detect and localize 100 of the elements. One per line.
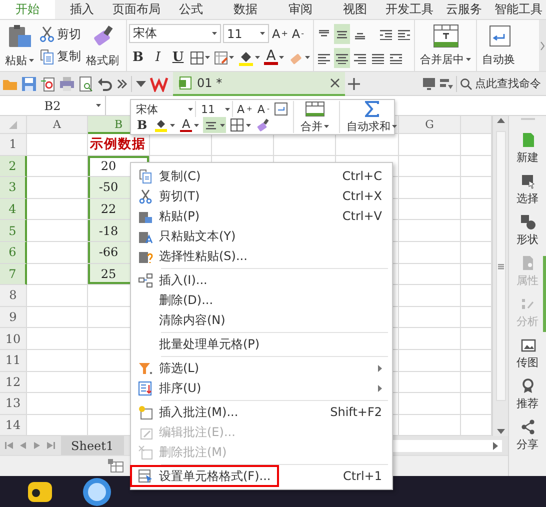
row-header[interactable]: 3 — [0, 177, 27, 199]
grid-cell[interactable] — [27, 306, 88, 328]
grid-cell[interactable] — [399, 372, 461, 394]
menu-item[interactable]: 删除(D)... — [131, 290, 392, 310]
sidebar-button[interactable]: 分享 — [516, 415, 538, 456]
column-header[interactable]: A — [27, 116, 88, 134]
grid-cell[interactable] — [399, 264, 461, 286]
shrink-font-button[interactable]: A$^{-}$ — [256, 101, 270, 117]
font-color-button[interactable]: A — [263, 48, 285, 68]
grid-cell[interactable] — [27, 285, 88, 307]
font-select[interactable]: 宋体 — [134, 101, 196, 117]
bold-button[interactable]: B — [134, 118, 150, 132]
row-header[interactable]: 11 — [0, 350, 27, 372]
grid-cell[interactable] — [27, 328, 88, 350]
wrap-text-button[interactable]: 自动换 — [479, 23, 520, 68]
ribbon-tab[interactable]: 开发工具 — [382, 0, 437, 19]
sidebar-button[interactable]: 选择 — [516, 169, 538, 210]
sidebar-button[interactable]: 新建 — [516, 128, 538, 169]
align-button[interactable] — [334, 24, 350, 44]
grow-font-button[interactable]: A$^{+}$ — [236, 101, 254, 117]
grid-cell[interactable] — [27, 350, 88, 372]
font-size-select[interactable]: 11 — [223, 24, 269, 43]
fill-color-button[interactable] — [153, 117, 176, 133]
grow-font-button[interactable]: A$^{+}$ — [271, 24, 289, 44]
row-header[interactable]: 6 — [0, 242, 27, 264]
cut-button[interactable]: 剪切 — [39, 26, 81, 43]
delete-comment-icon — [138, 444, 152, 460]
align-center-button[interactable] — [203, 117, 226, 133]
ribbon-tab[interactable]: 插入 — [54, 0, 110, 19]
sidebar-button[interactable]: 推荐 — [516, 374, 538, 415]
column-header[interactable]: G — [399, 116, 461, 134]
wrap-text-icon — [274, 102, 288, 116]
collapse-handle[interactable] — [543, 256, 546, 332]
menu-item[interactable]: 筛选(L) — [131, 358, 392, 378]
row-header[interactable]: 5 — [0, 220, 27, 242]
grid-cell[interactable] — [399, 198, 461, 220]
row-header[interactable]: 4 — [0, 198, 27, 220]
underline-button[interactable]: U — [169, 50, 187, 65]
format-cells-icon — [138, 468, 152, 484]
borders-button[interactable] — [229, 117, 252, 133]
align-button[interactable] — [334, 48, 350, 68]
row-header[interactable]: 9 — [0, 306, 27, 328]
name-box[interactable]: B2 — [0, 96, 106, 115]
ribbon-tab[interactable]: 开始 — [0, 0, 55, 19]
copy-button[interactable]: 复制 — [39, 48, 81, 66]
row-header[interactable]: 14 — [0, 414, 27, 436]
search-field[interactable]: 点此查找命令 — [460, 74, 546, 94]
ribbon-tab[interactable]: 数据 — [218, 0, 273, 19]
grid-cell[interactable] — [399, 306, 461, 328]
menu-item[interactable]: 排序(U) — [131, 378, 392, 398]
grid-cell[interactable] — [399, 242, 461, 264]
grid-cell[interactable] — [399, 285, 461, 307]
row-header[interactable]: 2 — [0, 156, 27, 178]
format-painter-button[interactable] — [255, 117, 272, 133]
grid-cell[interactable] — [27, 393, 88, 415]
grid-cell[interactable] — [399, 134, 461, 156]
italic-button[interactable]: I — [149, 50, 167, 65]
row-header[interactable]: 8 — [0, 285, 27, 307]
menu-item[interactable]: 插入批注(M)... Shift+F2 — [131, 402, 392, 422]
menu-item[interactable]: 批量处理单元格(P) — [131, 334, 392, 354]
autosum-button[interactable]: 自动求和 — [339, 101, 404, 133]
ribbon-tab[interactable]: 智能工具 — [491, 0, 546, 19]
grid-cell[interactable] — [399, 156, 461, 178]
font-color-button[interactable]: A — [179, 117, 200, 133]
grid-cell[interactable] — [399, 177, 461, 199]
merge-center-button[interactable]: 合并居中 — [417, 23, 474, 68]
merge-button[interactable]: 合并 — [293, 101, 336, 133]
grid-cell[interactable] — [399, 328, 461, 350]
row-header[interactable]: 1 — [0, 134, 27, 156]
row-header[interactable]: 10 — [0, 328, 27, 350]
horizontal-align-icon — [389, 52, 403, 64]
ribbon-tab[interactable]: 审阅 — [272, 0, 328, 19]
menu-item[interactable]: 清除内容(N) — [131, 310, 392, 330]
paste-button[interactable]: 粘贴 — [2, 23, 37, 68]
row-header[interactable]: 7 — [0, 264, 27, 286]
sidebar-button[interactable]: 传图 — [516, 333, 538, 374]
wrap-text-button[interactable] — [273, 101, 290, 117]
vertical-scrollbar[interactable] — [492, 116, 508, 436]
font-select[interactable]: 宋体 — [129, 24, 221, 43]
horizontal-scrollbar[interactable] — [392, 440, 502, 452]
row-header[interactable]: 13 — [0, 393, 27, 415]
grid-cell[interactable] — [27, 134, 88, 156]
row-header[interactable]: 12 — [0, 372, 27, 394]
ribbon-tab[interactable]: 公式 — [164, 0, 218, 19]
ribbon-tab[interactable]: 云服务 — [436, 0, 492, 19]
grid-cell[interactable] — [399, 350, 461, 372]
scrollbar-thumb[interactable] — [496, 131, 506, 401]
ribbon-tab[interactable]: 视图 — [328, 0, 382, 19]
column-header[interactable] — [461, 116, 492, 134]
sheet-tab[interactable]: Sheet1 — [61, 436, 124, 455]
shrink-font-button[interactable]: A$^{-}$ — [290, 24, 306, 44]
ribbon-tab[interactable]: 页面布局 — [109, 0, 164, 19]
grid-cell[interactable] — [399, 220, 461, 242]
format-painter-button[interactable]: 格式刷 — [83, 23, 124, 68]
document-tab[interactable]: 01 * — [173, 72, 345, 96]
grid-cell[interactable] — [399, 393, 461, 415]
menu-item[interactable]: 设置单元格格式(F)... Ctrl+1 — [131, 466, 392, 486]
sidebar-button[interactable]: 形状 — [516, 210, 538, 251]
grid-cell[interactable] — [27, 372, 88, 394]
bold-button[interactable]: B — [129, 50, 147, 65]
